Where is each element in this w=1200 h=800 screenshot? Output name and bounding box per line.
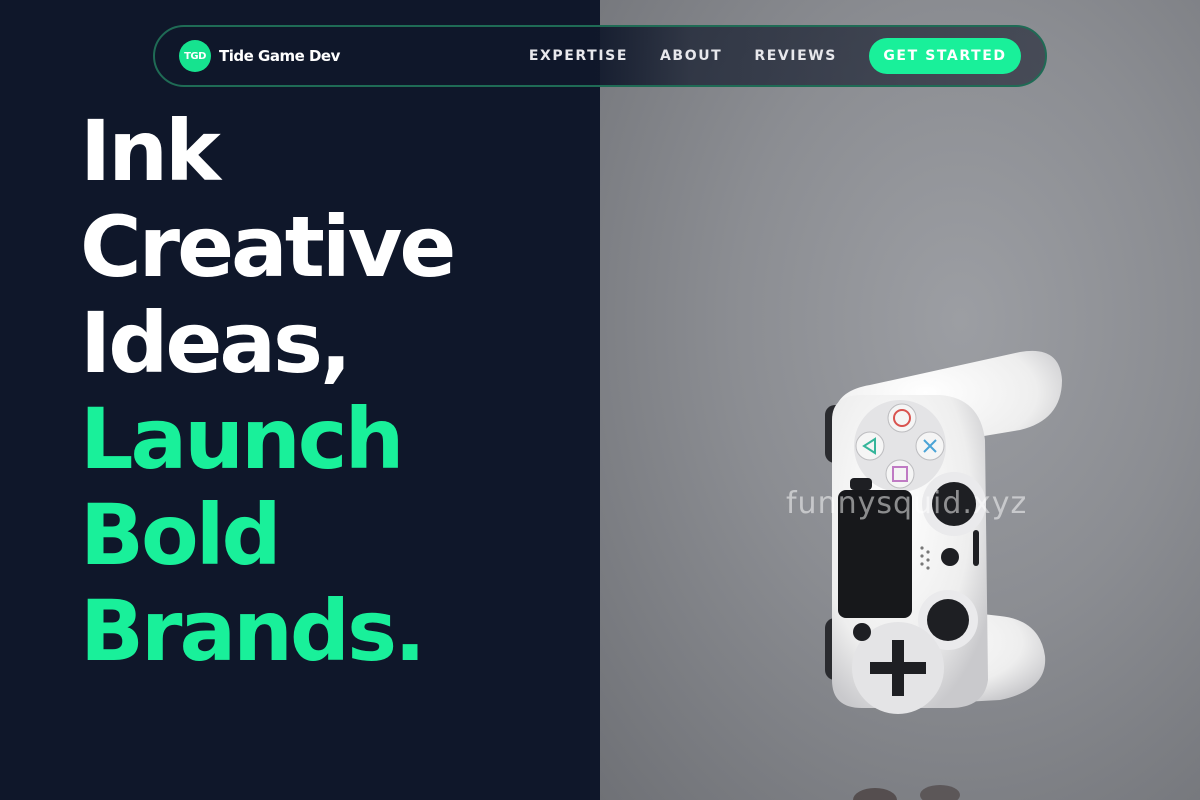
watermark-text: funnysquid.xyz	[786, 486, 1028, 521]
nav-link-about[interactable]: ABOUT	[660, 48, 722, 64]
brand-name: Tide Game Dev	[219, 47, 340, 65]
headline-line: Creative	[80, 198, 456, 296]
headline-line-accent: Brands.	[80, 582, 426, 680]
get-started-button[interactable]: GET STARTED	[869, 38, 1021, 74]
nav-link-expertise[interactable]: EXPERTISE	[529, 48, 628, 64]
logo-badge-icon: TGD	[179, 40, 211, 72]
top-navbar: TGD Tide Game Dev EXPERTISE ABOUT REVIEW…	[153, 25, 1047, 87]
hero-headline: Ink Creative Ideas, Launch Bold Brands.	[80, 102, 456, 680]
headline-line: Ideas,	[80, 294, 352, 392]
headline-line: Ink	[80, 102, 221, 200]
game-controller-image	[825, 350, 1062, 800]
nav-links: EXPERTISE ABOUT REVIEWS	[529, 48, 837, 64]
brand-logo[interactable]: TGD Tide Game Dev	[179, 40, 340, 72]
headline-line-accent: Bold	[80, 486, 282, 584]
hero-image: funnysquid.xyz	[600, 0, 1200, 800]
headline-line-accent: Launch	[80, 390, 404, 488]
nav-link-reviews[interactable]: REVIEWS	[754, 48, 837, 64]
